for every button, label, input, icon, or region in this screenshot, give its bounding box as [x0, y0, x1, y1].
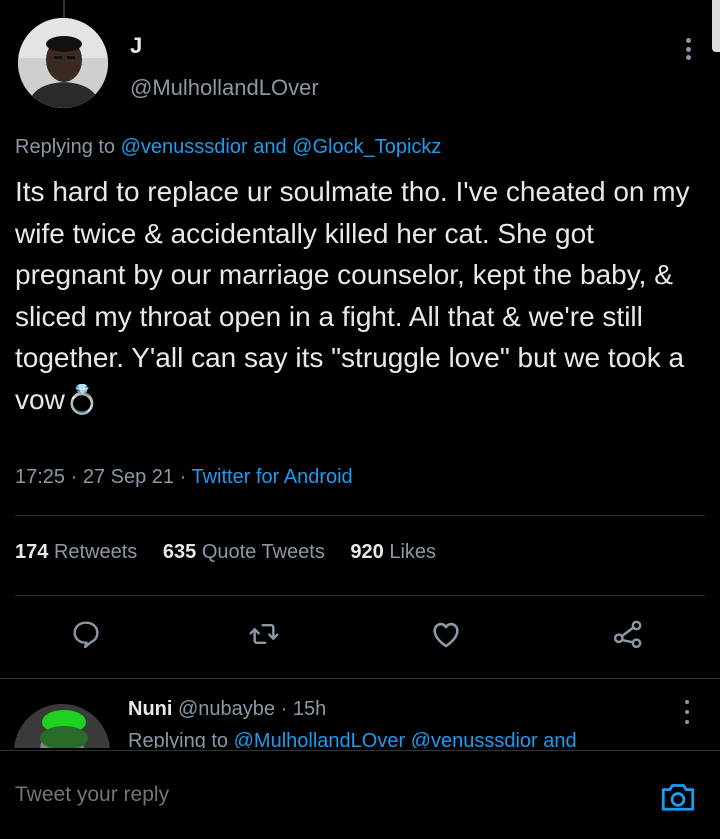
reply-button[interactable]	[64, 612, 108, 656]
tweet-time: 17:25	[15, 466, 66, 488]
mention-link[interactable]: @venusssdior	[121, 136, 248, 158]
likes-stat[interactable]: 920 Likes	[350, 541, 436, 563]
reply-header: Nuni @nubaybe · 15h	[128, 698, 326, 721]
mention-link[interactable]: @venusssdior	[411, 730, 538, 748]
scrollbar-thumb[interactable]	[712, 0, 720, 52]
replying-prefix: Replying to	[15, 136, 116, 158]
reply-avatar-photo-icon	[14, 704, 110, 748]
more-dot-icon	[685, 720, 689, 724]
retweets-stat[interactable]: 174 Retweets	[15, 541, 137, 563]
author-name[interactable]: J	[130, 33, 142, 59]
likes-label: Likes	[389, 541, 437, 563]
like-button[interactable]	[424, 612, 468, 656]
author-avatar[interactable]	[18, 18, 108, 108]
tweet-date: 27 Sep 21	[82, 466, 175, 488]
meta-separator: ·	[70, 466, 78, 488]
thread-connector-line	[63, 0, 65, 18]
replying-to-line: Replying to @venusssdior and @Glock_Topi…	[15, 136, 441, 159]
likes-count: 920	[350, 541, 384, 563]
heart-icon	[433, 622, 459, 648]
retweets-label: Retweets	[53, 541, 138, 563]
retweet-button[interactable]	[242, 612, 286, 656]
reply-replying-prefix: Replying to	[128, 730, 229, 748]
tweet-meta: 17:25 · 27 Sep 21 · Twitter for Android	[15, 466, 353, 489]
retweet-icon	[249, 624, 279, 644]
reply-avatar[interactable]	[14, 704, 110, 748]
divider	[15, 595, 705, 596]
camera-button[interactable]	[658, 777, 698, 817]
reply-input[interactable]	[15, 783, 515, 807]
tweet-actions-bar	[0, 612, 720, 660]
replying-and[interactable]: and	[253, 136, 286, 158]
mention-link[interactable]: @Glock_Topickz	[292, 136, 441, 158]
more-dot-icon	[685, 46, 691, 52]
tweet-source-link[interactable]: Twitter for Android	[192, 466, 353, 488]
more-dot-icon	[685, 38, 691, 43]
meta-separator: ·	[179, 466, 187, 488]
reply-replying-to: Replying to @MulhollandLOver @venusssdio…	[128, 730, 577, 748]
tweet-body: Its hard to replace ur soulmate tho. I'v…	[15, 176, 690, 415]
tweet-stats: 174 Retweets 635 Quote Tweets 920 Likes	[15, 541, 456, 564]
quote-tweets-count: 635	[162, 541, 197, 563]
more-dot-icon	[685, 55, 691, 60]
reply-author-handle[interactable]: @nubaybe	[178, 698, 275, 720]
share-icon	[613, 620, 642, 649]
share-button[interactable]	[606, 612, 650, 656]
mention-link[interactable]: @MulhollandLOver	[234, 730, 406, 748]
camera-icon	[661, 784, 695, 811]
quote-tweets-stat[interactable]: 635 Quote Tweets	[163, 541, 325, 563]
reply-author-name[interactable]: Nuni	[128, 698, 172, 720]
divider	[0, 678, 720, 679]
author-photo-icon	[18, 18, 108, 108]
author-handle[interactable]: @MulhollandLOver	[130, 75, 319, 101]
reply-and[interactable]: and	[543, 730, 576, 748]
reply-bubble-icon	[73, 621, 99, 649]
quote-tweets-label: Quote Tweets	[201, 541, 325, 563]
retweets-count: 174	[15, 541, 49, 563]
compose-reply-bar	[0, 750, 720, 839]
reply-separator: ·	[280, 698, 288, 720]
reply-more-options-button[interactable]	[680, 698, 694, 726]
divider	[15, 515, 705, 516]
more-options-button[interactable]	[678, 34, 698, 64]
more-dot-icon	[685, 700, 689, 704]
more-dot-icon	[685, 710, 689, 714]
reply-tweet[interactable]: Nuni @nubaybe · 15h Replying to @Mulholl…	[0, 682, 720, 748]
reply-age: 15h	[292, 698, 327, 720]
